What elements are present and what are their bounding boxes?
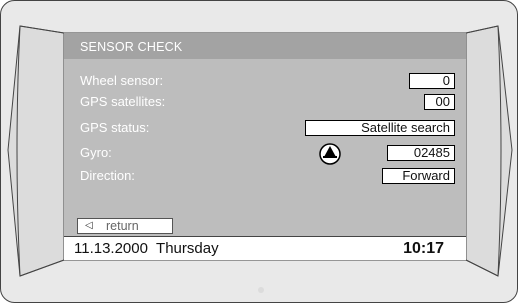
status-bar: 11.13.2000 Thursday 10:17 xyxy=(64,236,466,260)
gps-status-value: Satellite search xyxy=(305,120,455,136)
clock-display: 10:17 xyxy=(403,240,444,257)
screen-title: SENSOR CHECK xyxy=(80,40,183,54)
direction-value: Forward xyxy=(382,168,455,184)
gyro-value: 02485 xyxy=(387,145,455,161)
gps-status-label: GPS status: xyxy=(80,120,150,135)
indicator-light xyxy=(258,287,264,293)
gps-satellites-label: GPS satellites: xyxy=(80,94,166,109)
title-bar: SENSOR CHECK xyxy=(64,33,466,59)
gps-satellites-value: 00 xyxy=(424,94,455,110)
weekday-text: Thursday xyxy=(156,240,219,257)
date-text: 11.13.2000 xyxy=(74,240,148,257)
wheel-sensor-label: Wheel sensor: xyxy=(80,73,164,88)
display-screen: SENSOR CHECK Wheel sensor: 0 GPS satelli… xyxy=(64,33,466,260)
wheel-sensor-value: 0 xyxy=(409,73,455,89)
direction-label: Direction: xyxy=(80,168,135,183)
date-display: 11.13.2000 Thursday xyxy=(74,240,219,257)
gyro-label: Gyro: xyxy=(80,145,112,160)
return-button-label: return xyxy=(106,219,139,233)
triangle-left-icon: ◁ xyxy=(85,220,93,231)
gyro-dial-icon xyxy=(319,143,341,165)
return-button[interactable]: ◁ return xyxy=(77,218,173,234)
